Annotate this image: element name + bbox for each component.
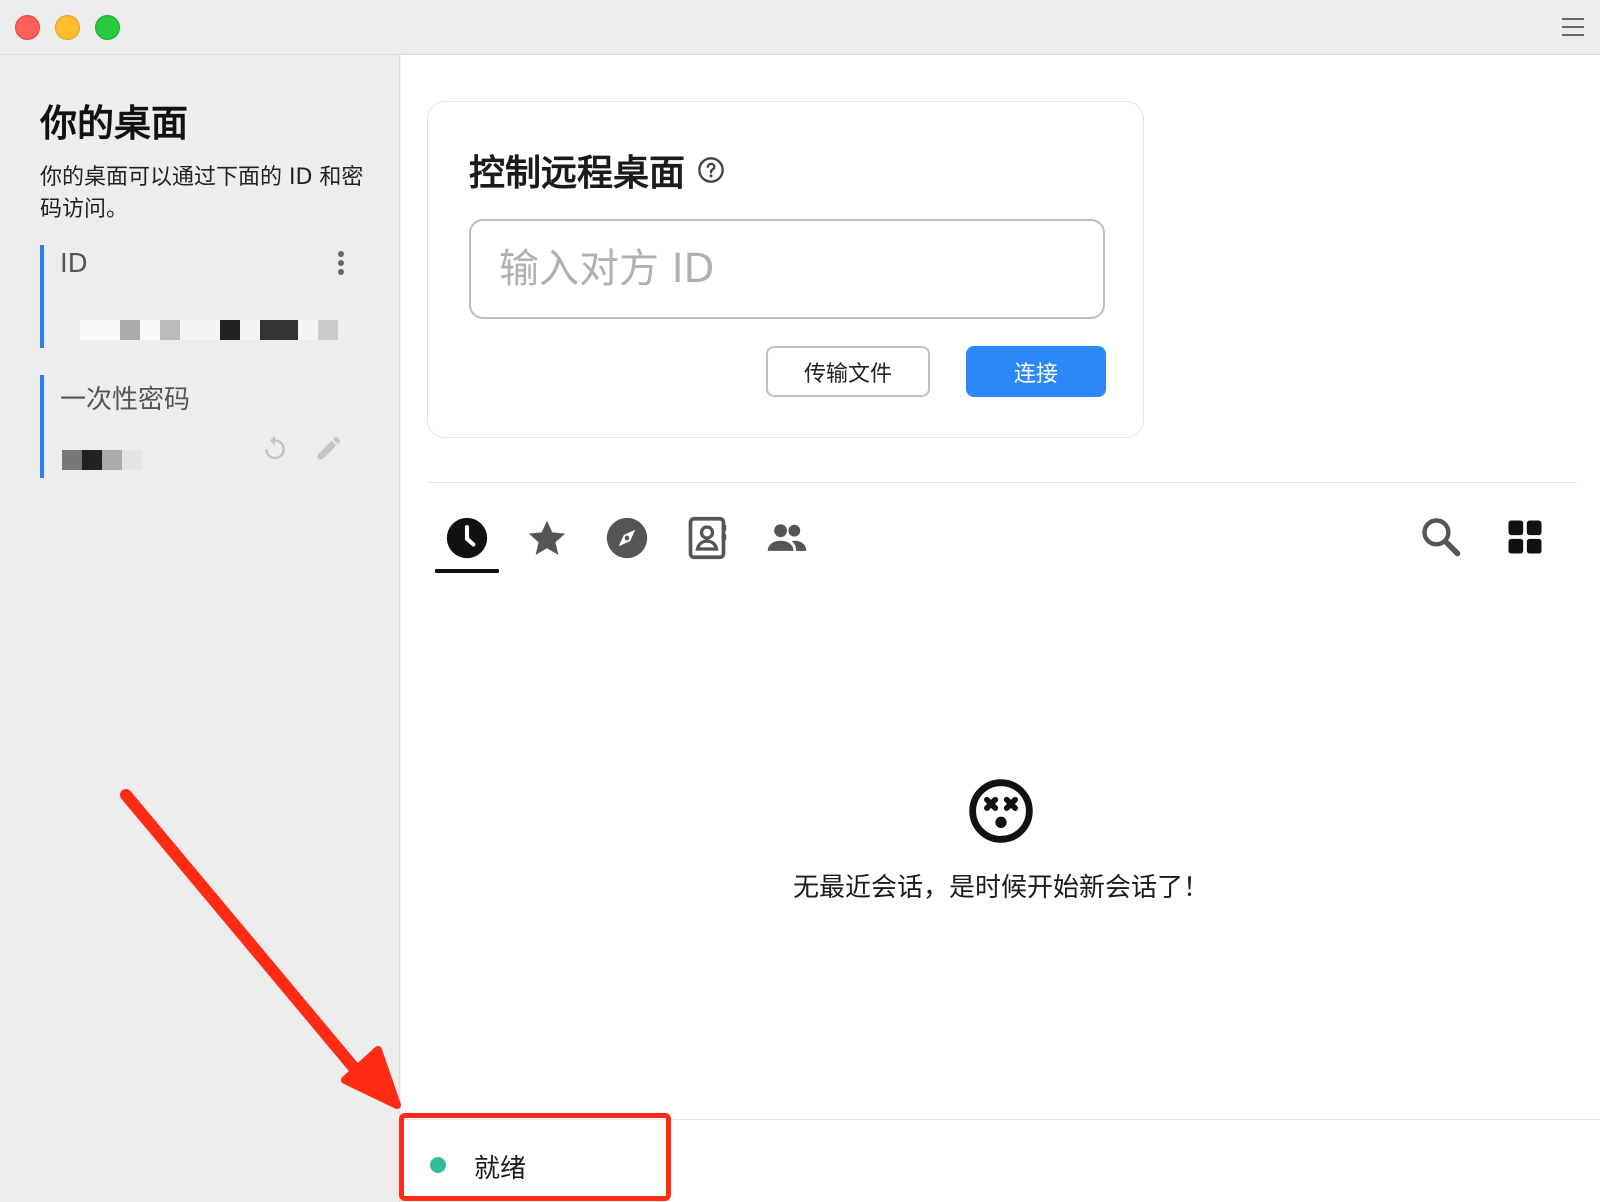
star-icon bbox=[528, 520, 566, 555]
pencil-icon[interactable] bbox=[314, 433, 344, 463]
tab-favorites[interactable] bbox=[507, 503, 587, 573]
session-tabs bbox=[427, 503, 827, 573]
sidebar: 你的桌面 你的桌面可以通过下面的 ID 和密码访问。 ID 一次性密码 bbox=[0, 55, 400, 1202]
empty-state-message: 无最近会话，是时候开始新会话了！ bbox=[792, 873, 1209, 903]
hamburger-icon[interactable] bbox=[1562, 18, 1584, 36]
password-block: 一次性密码 bbox=[40, 375, 360, 478]
search-icon[interactable] bbox=[1419, 515, 1463, 559]
id-value-masked[interactable] bbox=[62, 320, 338, 342]
group-icon bbox=[767, 524, 807, 551]
minimize-window-button[interactable] bbox=[55, 15, 80, 40]
more-options-icon[interactable] bbox=[336, 249, 346, 279]
tab-groups[interactable] bbox=[747, 503, 827, 573]
sidebar-title: 你的桌面 bbox=[40, 102, 188, 145]
annotation-highlight-box bbox=[399, 1113, 671, 1201]
grid-view-icon[interactable] bbox=[1503, 515, 1547, 559]
password-label: 一次性密码 bbox=[60, 385, 191, 415]
maximize-window-button[interactable] bbox=[95, 15, 120, 40]
remote-control-title-text: 控制远程桌面 bbox=[469, 153, 686, 194]
empty-state: 无最近会话，是时候开始新会话了！ bbox=[761, 777, 1241, 904]
id-block: ID bbox=[40, 245, 360, 348]
id-label: ID bbox=[60, 249, 88, 279]
remote-control-card: 控制远程桌面 传输文件 连接 bbox=[427, 101, 1144, 438]
remote-id-input[interactable] bbox=[469, 219, 1105, 319]
tab-recent[interactable] bbox=[427, 503, 507, 573]
title-bar bbox=[0, 0, 1600, 55]
main-panel: 控制远程桌面 传输文件 连接 无最近会话，是时候开始新会话了！ bbox=[401, 55, 1600, 1119]
sidebar-description: 你的桌面可以通过下面的 ID 和密码访问。 bbox=[40, 165, 364, 222]
address-book-icon bbox=[688, 516, 727, 560]
section-divider bbox=[427, 482, 1577, 483]
close-window-button[interactable] bbox=[15, 15, 40, 40]
clock-icon bbox=[446, 517, 488, 559]
tab-discovered[interactable] bbox=[587, 503, 667, 573]
refresh-icon[interactable] bbox=[260, 433, 290, 463]
remote-control-title: 控制远程桌面 bbox=[469, 144, 725, 196]
tab-address-book[interactable] bbox=[667, 503, 747, 573]
compass-icon bbox=[606, 517, 648, 559]
connect-button[interactable]: 连接 bbox=[966, 346, 1106, 397]
password-value-masked[interactable] bbox=[62, 450, 142, 472]
help-icon[interactable] bbox=[697, 156, 725, 184]
transfer-file-button[interactable]: 传输文件 bbox=[766, 346, 930, 397]
dizzy-face-icon bbox=[969, 779, 1033, 843]
